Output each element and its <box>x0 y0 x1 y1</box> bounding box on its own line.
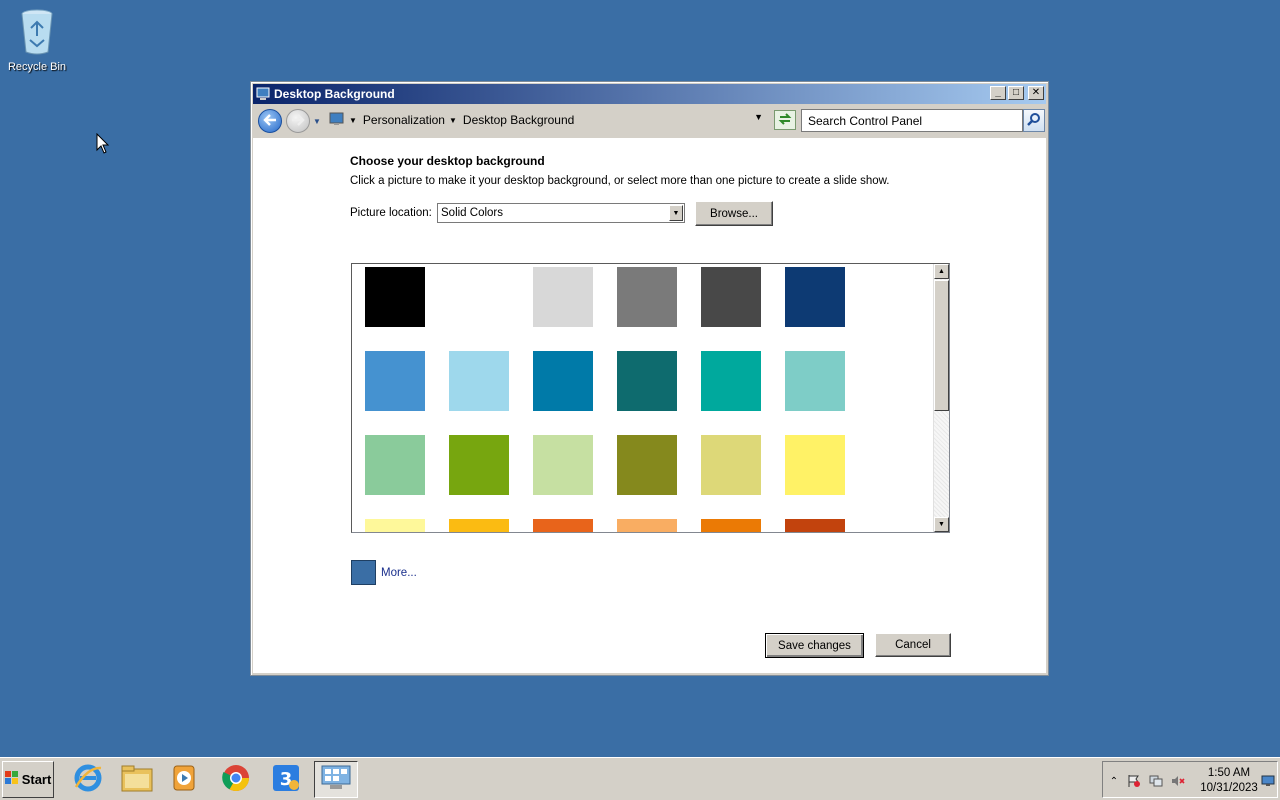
taskbar-internet-explorer[interactable] <box>66 761 110 798</box>
color-swatch[interactable] <box>449 351 509 411</box>
color-swatch[interactable] <box>701 351 761 411</box>
page-description: Click a picture to make it your desktop … <box>350 175 890 187</box>
window-title: Desktop Background <box>274 87 395 101</box>
color-swatch[interactable] <box>365 267 425 327</box>
control-panel-location-icon <box>329 111 345 130</box>
recent-pages-dropdown-icon[interactable]: ▼ <box>313 117 321 126</box>
recycle-bin-icon <box>17 9 57 59</box>
color-swatch[interactable] <box>701 267 761 327</box>
forward-arrow-icon <box>291 113 305 129</box>
recycle-bin-label: Recycle Bin <box>7 61 67 73</box>
color-swatch[interactable] <box>785 351 845 411</box>
scroll-down-button[interactable]: ▼ <box>934 517 949 532</box>
back-arrow-icon <box>263 113 277 129</box>
search-icon <box>1027 112 1041 129</box>
scroll-up-button[interactable]: ▲ <box>934 264 949 279</box>
color-swatch[interactable] <box>365 435 425 495</box>
taskbar-file-explorer[interactable] <box>115 761 159 798</box>
save-changes-button[interactable]: Save changes <box>765 633 864 658</box>
vertical-scrollbar[interactable]: ▲ ▼ <box>933 264 949 532</box>
maximize-button[interactable]: □ <box>1008 86 1024 100</box>
cancel-button[interactable]: Cancel <box>875 633 951 657</box>
recycle-bin[interactable]: Recycle Bin <box>4 6 70 73</box>
desktop-background-window: Desktop Background _ □ ✕ ▼ ▼ Personaliza… <box>250 81 1049 676</box>
more-color-swatch[interactable] <box>351 560 376 585</box>
color-swatch[interactable] <box>365 519 425 532</box>
taskbar-media-player[interactable] <box>163 761 207 798</box>
start-button[interactable]: Start <box>2 761 54 798</box>
ie-icon <box>73 763 103 796</box>
color-swatch[interactable] <box>701 435 761 495</box>
color-swatch[interactable] <box>449 267 509 327</box>
folder-icon <box>121 764 153 795</box>
color-swatch[interactable] <box>533 435 593 495</box>
color-swatch[interactable] <box>785 267 845 327</box>
browse-button[interactable]: Browse... <box>695 201 773 226</box>
color-swatch[interactable] <box>785 519 845 532</box>
search-input[interactable]: Search Control Panel <box>801 109 1023 132</box>
breadcrumb-arrow-icon[interactable]: ▼ <box>449 116 457 125</box>
color-swatch[interactable] <box>449 519 509 532</box>
color-swatch[interactable] <box>533 351 593 411</box>
search-placeholder: Search Control Panel <box>808 113 923 128</box>
color-swatch[interactable] <box>617 351 677 411</box>
address-dropdown-icon[interactable]: ▼ <box>754 112 763 122</box>
color-swatch[interactable] <box>701 519 761 532</box>
color-swatch[interactable] <box>617 267 677 327</box>
title-bar[interactable]: Desktop Background _ □ ✕ <box>253 84 1046 104</box>
page-heading: Choose your desktop background <box>350 154 545 168</box>
action-center-flag-icon[interactable] <box>1127 774 1141 788</box>
clock-date: 10/31/2023 <box>1200 782 1258 794</box>
close-icon: ✕ <box>1031 87 1041 98</box>
color-swatch[interactable] <box>617 519 677 532</box>
show-hidden-icons-icon[interactable]: ⌃ <box>1107 774 1121 788</box>
color-swatch[interactable] <box>533 519 593 532</box>
breadcrumb-desktop-background[interactable]: Desktop Background <box>463 113 574 127</box>
taskbar: Start 3 ⌃ 1:50 AM 10/31/2023 <box>0 757 1280 800</box>
breadcrumb-personalization[interactable]: Personalization <box>363 113 445 127</box>
network-icon[interactable] <box>1149 774 1163 788</box>
show-desktop-icon[interactable] <box>1261 774 1275 788</box>
media-player-icon <box>171 764 199 795</box>
color-swatch[interactable] <box>533 267 593 327</box>
content-area: Choose your desktop background Click a p… <box>253 138 1046 673</box>
system-tray: ⌃ 1:50 AM 10/31/2023 <box>1102 761 1278 798</box>
clock[interactable]: 1:50 AM 10/31/2023 <box>1199 766 1259 796</box>
windows-logo-icon <box>4 771 19 788</box>
maximize-icon: □ <box>1012 87 1020 98</box>
color-swatch[interactable] <box>785 435 845 495</box>
volume-muted-icon[interactable] <box>1171 774 1185 788</box>
color-gallery[interactable]: ▲ ▼ <box>351 263 950 533</box>
more-colors-link[interactable]: More... <box>381 567 417 579</box>
minimize-button[interactable]: _ <box>990 86 1006 100</box>
taskbar-chrome[interactable] <box>214 761 258 798</box>
picture-location-label: Picture location: <box>350 207 432 219</box>
app-icon: 3 <box>271 763 301 796</box>
start-label: Start <box>21 772 52 787</box>
color-swatch[interactable] <box>365 351 425 411</box>
search-button[interactable] <box>1023 109 1045 132</box>
taskbar-app[interactable]: 3 <box>264 761 308 798</box>
navigation-bar: ▼ ▼ Personalization ▼ Desktop Background… <box>253 106 1046 136</box>
color-swatch[interactable] <box>617 435 677 495</box>
mouse-cursor-icon <box>96 132 110 158</box>
clock-time: 1:50 AM <box>1207 767 1251 779</box>
close-button[interactable]: ✕ <box>1028 86 1044 100</box>
refresh-button[interactable] <box>774 110 796 130</box>
taskbar-control-panel[interactable] <box>314 761 358 798</box>
breadcrumb-arrow-icon[interactable]: ▼ <box>349 116 357 125</box>
control-panel-icon <box>320 763 352 796</box>
control-panel-icon <box>256 87 270 101</box>
scroll-thumb[interactable] <box>934 280 949 411</box>
picture-location-select[interactable]: Solid Colors ▼ <box>437 203 685 223</box>
refresh-icon <box>778 112 792 128</box>
picture-location-value: Solid Colors <box>441 207 503 219</box>
chevron-down-icon[interactable]: ▼ <box>669 205 683 221</box>
back-button[interactable] <box>258 109 282 133</box>
color-swatch[interactable] <box>449 435 509 495</box>
chrome-icon <box>221 763 251 796</box>
forward-button[interactable] <box>286 109 310 133</box>
address-bar[interactable]: ▼ Personalization ▼ Desktop Background ▼ <box>329 109 769 131</box>
minimize-icon: _ <box>995 87 1001 98</box>
